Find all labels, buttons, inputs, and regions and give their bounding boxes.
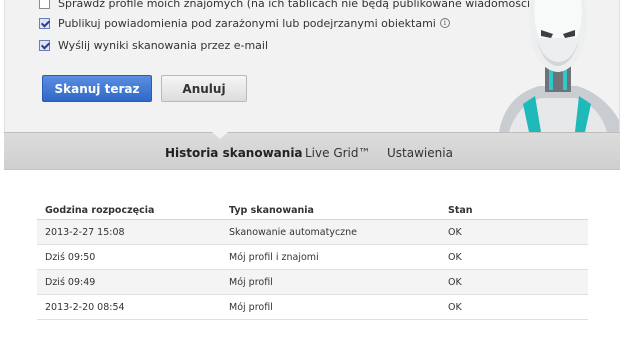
table-row[interactable]: Dziś 09:49 Mój profil OK [37,270,588,295]
tab-live-grid[interactable]: Live Grid™ [305,146,371,160]
cell-status: OK [448,226,462,238]
cell-status: OK [448,276,462,288]
tab-scan-history[interactable]: Historia skanowania [165,146,303,160]
cell-scan-type: Skanowanie automatyczne [229,226,358,238]
eset-robot-illustration [499,0,619,132]
check-friends-checkbox[interactable] [39,0,50,9]
cell-scan-type: Mój profil i znajomi [229,251,319,263]
cell-scan-type: Mój profil [229,276,273,288]
active-tab-indicator [212,132,228,139]
scan-history-table: Godzina rozpoczęcia Typ skanowania Stan … [37,205,588,320]
table-row[interactable]: 2013-2-27 15:08 Skanowanie automatyczne … [37,220,588,245]
publish-notifications-label: Publikuj powiadomienia pod zarażonymi lu… [58,16,436,30]
cancel-button[interactable]: Anuluj [161,75,247,102]
cell-start-time: Dziś 09:50 [45,251,96,263]
info-icon[interactable]: i [439,18,450,28]
option-email-results[interactable]: Wyślij wyniki skanowania przez e-mail [39,37,268,53]
header-start-time: Godzina rozpoczęcia [45,205,155,216]
publish-notifications-checkbox[interactable] [39,17,50,29]
cell-start-time: Dziś 09:49 [45,276,96,288]
cell-status: OK [448,301,462,313]
table-row[interactable]: Dziś 09:50 Mój profil i znajomi OK [37,245,588,270]
tab-bar: Historia skanowania Live Grid™ Ustawieni… [4,132,620,170]
check-friends-label: Sprawdź profile moich znajomych (na ich … [58,0,535,10]
email-results-label: Wyślij wyniki skanowania przez e-mail [58,38,269,52]
table-row[interactable]: 2013-2-20 08:54 Mój profil OK [37,295,588,320]
cell-status: OK [448,251,462,263]
option-publish-notifications[interactable]: Publikuj powiadomienia pod zarażonymi lu… [39,15,450,31]
header-scan-type: Typ skanowania [229,205,314,216]
cell-scan-type: Mój profil [229,301,273,313]
tab-settings[interactable]: Ustawienia [387,146,453,160]
scan-now-button[interactable]: Skanuj teraz [42,75,152,102]
cell-start-time: 2013-2-20 08:54 [45,301,125,313]
table-header-row: Godzina rozpoczęcia Typ skanowania Stan [37,205,588,220]
header-status: Stan [448,205,473,216]
cell-start-time: 2013-2-27 15:08 [45,226,125,238]
option-check-friends[interactable]: Sprawdź profile moich znajomych (na ich … [39,0,534,11]
email-results-checkbox[interactable] [39,39,50,51]
scan-options-panel: Sprawdź profile moich znajomych (na ich … [4,0,620,132]
